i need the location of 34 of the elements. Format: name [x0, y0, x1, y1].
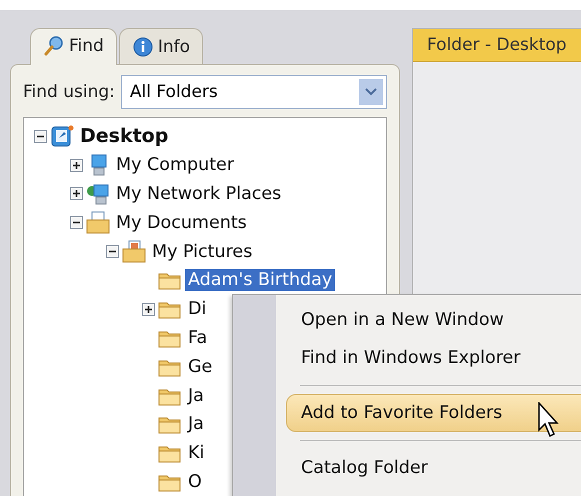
documents-folder-icon: [86, 210, 110, 235]
tree-item[interactable]: Fa: [185, 326, 210, 349]
menu-item[interactable]: Open in a New Window: [286, 301, 581, 339]
tree-item[interactable]: Ja: [185, 384, 207, 407]
menu-item[interactable]: Catalog Folder: [286, 449, 581, 487]
info-icon: [132, 36, 154, 58]
menu-item[interactable]: Find in Windows Explorer: [286, 339, 581, 377]
tree-item[interactable]: Adam's Birthday: [185, 269, 336, 292]
expand-icon[interactable]: [142, 302, 155, 316]
collapse-icon[interactable]: [106, 245, 119, 258]
network-computer-icon: [86, 182, 110, 206]
tree-item[interactable]: Ki: [185, 442, 208, 464]
tab[interactable]: Find: [30, 28, 117, 65]
find-using-label: Find using:: [23, 82, 115, 102]
tree-item[interactable]: My Pictures: [149, 240, 256, 263]
tree-item[interactable]: Ja: [185, 413, 207, 436]
tree-item[interactable]: My Documents: [113, 212, 250, 234]
tree-item[interactable]: Ge: [185, 356, 216, 378]
find-using-dropdown[interactable]: All Folders: [120, 75, 387, 109]
tree-item[interactable]: My Network Places: [113, 182, 284, 205]
magnifier-icon: [43, 35, 65, 57]
pictures-folder-icon: [122, 240, 146, 264]
tree-item[interactable]: My Computer: [113, 154, 238, 176]
tree-item[interactable]: Di: [185, 298, 210, 320]
collapse-icon[interactable]: [34, 130, 47, 143]
folder-panel-title: Folder - Desktop: [413, 29, 581, 62]
menu-item[interactable]: Add to Favorite Folders: [286, 394, 581, 432]
tree-item[interactable]: O: [185, 470, 205, 493]
expand-icon[interactable]: [70, 187, 83, 200]
tab[interactable]: Info: [118, 28, 204, 64]
collapse-icon[interactable]: [70, 216, 83, 230]
expand-icon[interactable]: [70, 158, 83, 172]
desktop-icon: [50, 124, 74, 148]
tree-item[interactable]: Desktop: [77, 124, 172, 148]
